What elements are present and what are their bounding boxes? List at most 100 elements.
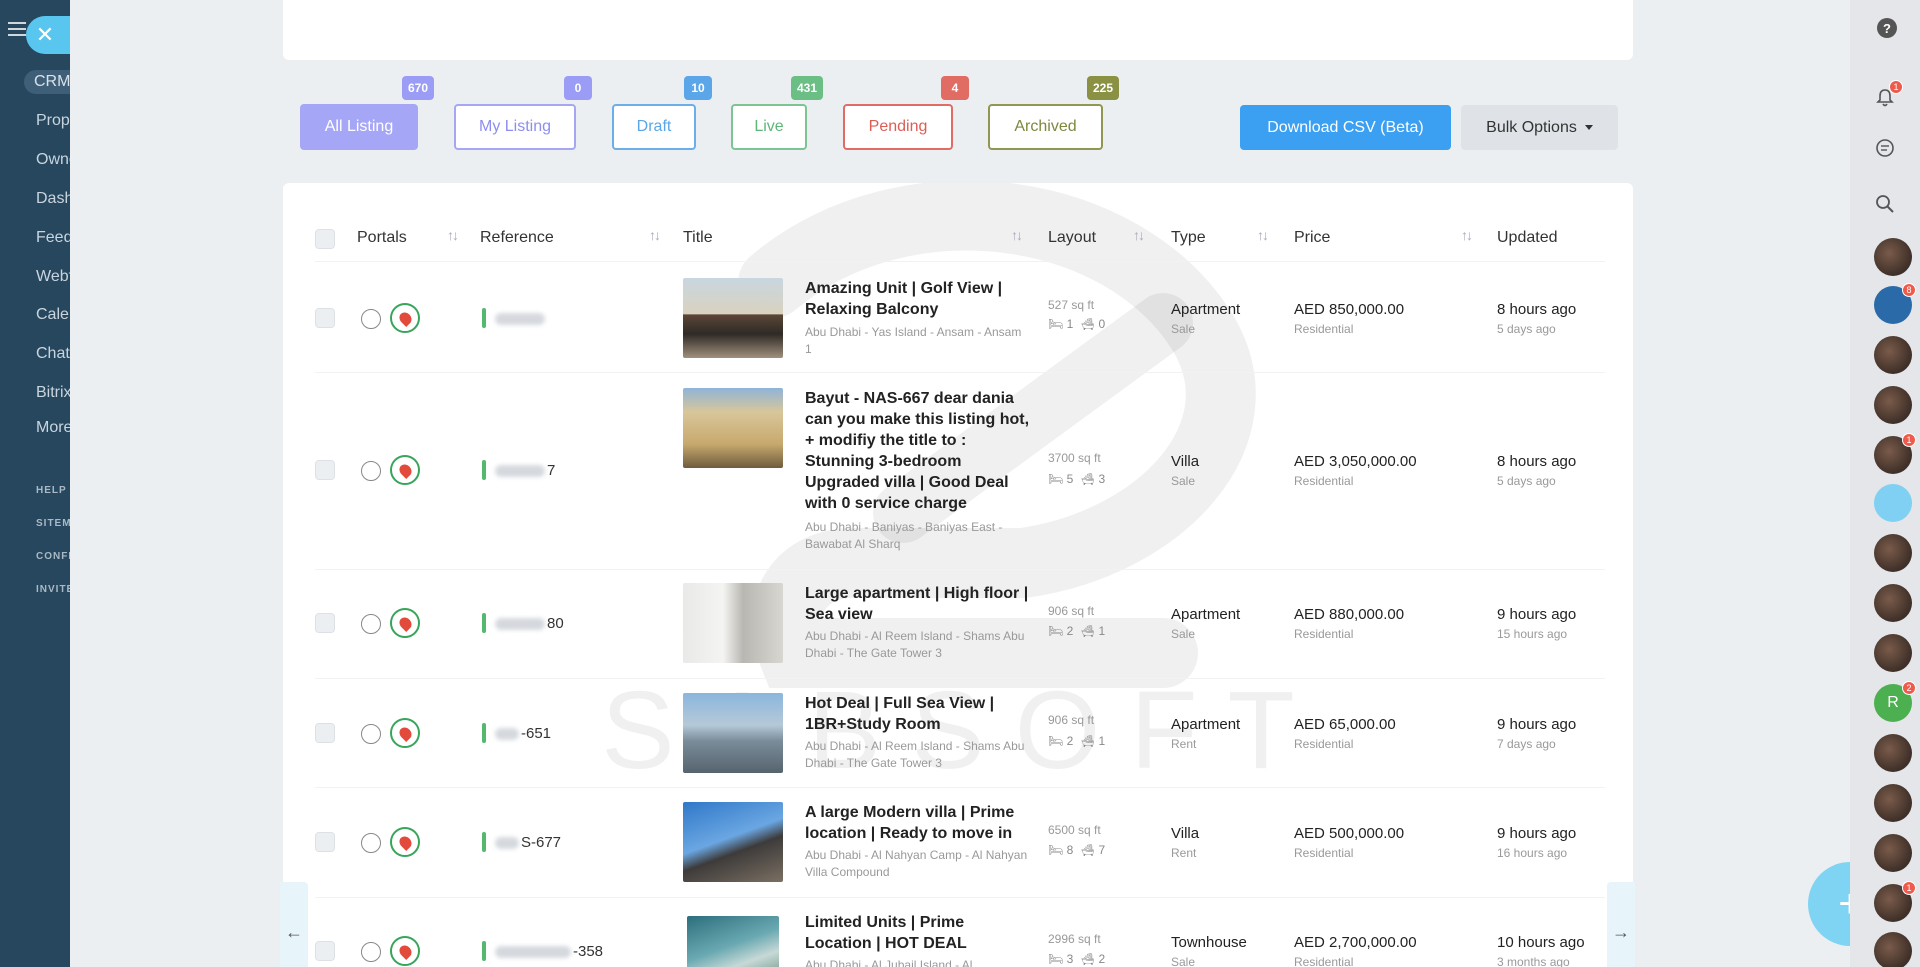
avatar[interactable] (1874, 834, 1912, 872)
sort-icon[interactable]: ↑↓ (1011, 227, 1023, 243)
nav-item-owners[interactable]: Owners (36, 151, 72, 169)
avatar[interactable] (1874, 386, 1912, 424)
close-slider-button[interactable]: ✕ (26, 16, 70, 54)
row-checkbox[interactable] (315, 308, 335, 328)
group-avatar[interactable] (1874, 484, 1912, 522)
notifications-icon[interactable]: 1 (1867, 80, 1903, 116)
menu-icon[interactable] (8, 22, 26, 36)
top-card (283, 0, 1633, 60)
nav-item-feed[interactable]: Feed (36, 229, 72, 247)
user-initial-avatar[interactable]: R 2 (1874, 681, 1916, 722)
reference[interactable]: -358 (495, 943, 603, 960)
search-icon[interactable] (1867, 186, 1903, 222)
tab-draft[interactable]: Draft 10 (612, 76, 712, 150)
avatar[interactable] (1874, 336, 1912, 374)
nav-item-webforms[interactable]: Webforms (36, 268, 72, 286)
count-badge: 0 (564, 76, 592, 100)
portal-pin-icon[interactable] (390, 827, 420, 857)
row-checkbox[interactable] (315, 941, 335, 961)
download-csv-button[interactable]: Download CSV (Beta) (1240, 105, 1451, 150)
nav-item-dashboard[interactable]: Dashboard (36, 190, 72, 208)
tab-my-listing[interactable]: My Listing 0 (454, 76, 592, 150)
listing-thumbnail[interactable] (687, 916, 779, 967)
portal-pin-icon[interactable] (390, 303, 420, 333)
avatar[interactable] (1874, 784, 1912, 822)
listing-thumbnail[interactable] (683, 693, 783, 773)
nav-item-calendar[interactable]: Calendar (36, 306, 72, 324)
arrow-right-icon: → (1612, 921, 1630, 942)
portal-icon[interactable] (361, 724, 381, 744)
nav-item-bitrix[interactable]: Bitrix24 (36, 384, 72, 402)
category: Residential (1294, 737, 1354, 751)
count-badge: 10 (684, 76, 712, 100)
nav-configure[interactable]: CONFIGURE (36, 551, 72, 562)
sort-icon[interactable]: ↑↓ (1257, 227, 1269, 243)
listing-title[interactable]: A large Modern villa | Prime location | … (805, 802, 1030, 844)
header-portals: Portals (357, 229, 407, 246)
chat-icon[interactable] (1867, 130, 1903, 166)
reference[interactable]: -651 (495, 725, 551, 742)
avatar[interactable]: 1 (1874, 881, 1916, 922)
nav-item-crm[interactable]: CRM (24, 70, 72, 94)
avatar[interactable]: 1 (1874, 433, 1916, 474)
sort-icon[interactable]: ↑↓ (1461, 227, 1473, 243)
tab-all-listing[interactable]: All Listing 670 (300, 76, 434, 150)
header-layout: Layout (1048, 229, 1097, 246)
property-type: Apartment (1171, 606, 1241, 623)
tab-live[interactable]: Live 431 (731, 76, 823, 150)
bulk-options-button[interactable]: Bulk Options (1461, 105, 1618, 150)
select-all-checkbox[interactable] (315, 229, 335, 249)
portal-pin-icon[interactable] (390, 608, 420, 638)
listing-thumbnail[interactable] (683, 278, 783, 358)
price: AED 65,000.00 (1294, 716, 1396, 733)
portal-icon[interactable] (361, 833, 381, 853)
portal-pin-icon[interactable] (390, 718, 420, 748)
nav-item-chat[interactable]: Chat (36, 345, 70, 363)
row-checkbox[interactable] (315, 832, 335, 852)
tab-archived[interactable]: Archived 225 (988, 76, 1119, 150)
area: 2996 sq ft (1048, 932, 1101, 946)
listing-title[interactable]: Hot Deal | Full Sea View | 1BR+Study Roo… (805, 693, 1030, 735)
portal-icon[interactable] (361, 309, 381, 329)
reference[interactable]: S-677 (495, 834, 561, 851)
sort-icon[interactable]: ↑↓ (447, 227, 459, 243)
portal-pin-icon[interactable] (390, 455, 420, 485)
nav-item-properties[interactable]: Properties (36, 112, 72, 130)
listing-title[interactable]: Amazing Unit | Golf View | Relaxing Balc… (805, 278, 1030, 320)
scroll-left-arrow[interactable]: ← (280, 882, 308, 967)
nav-sitemap[interactable]: SITEMAP (36, 518, 72, 529)
help-icon[interactable]: ? (1877, 18, 1897, 38)
listing-title[interactable]: Large apartment | High floor | Sea view (805, 583, 1030, 625)
reference[interactable]: 7 (495, 462, 555, 479)
nav-item-more[interactable]: More (36, 419, 72, 437)
listing-thumbnail[interactable] (683, 802, 783, 882)
group-chat-avatar[interactable]: 8 (1874, 283, 1916, 324)
reference[interactable]: 80 (495, 615, 564, 632)
avatar[interactable] (1874, 932, 1912, 967)
nav-help[interactable]: HELP (36, 485, 67, 496)
sort-icon[interactable]: ↑↓ (1133, 227, 1145, 243)
row-checkbox[interactable] (315, 460, 335, 480)
reference[interactable] (495, 310, 547, 327)
avatar[interactable] (1874, 634, 1912, 672)
listing-title[interactable]: Bayut - NAS-667 dear dania can you make … (805, 388, 1030, 514)
listing-title[interactable]: Limited Units | Prime Location | HOT DEA… (805, 912, 1030, 954)
avatar[interactable] (1874, 238, 1912, 276)
listing-thumbnail[interactable] (683, 583, 783, 663)
portal-icon[interactable] (361, 614, 381, 634)
avatar[interactable] (1874, 534, 1912, 572)
row-checkbox[interactable] (315, 723, 335, 743)
portal-icon[interactable] (361, 942, 381, 962)
nav-invite[interactable]: INVITE (36, 584, 72, 595)
avatar[interactable] (1874, 734, 1912, 772)
row-checkbox[interactable] (315, 613, 335, 633)
listing-thumbnail[interactable] (683, 388, 783, 468)
scroll-right-arrow[interactable]: → (1607, 882, 1635, 967)
add-listing-button[interactable]: + (1808, 862, 1850, 946)
sort-icon[interactable]: ↑↓ (649, 227, 661, 243)
portal-icon[interactable] (361, 461, 381, 481)
avatar[interactable] (1874, 584, 1912, 622)
tab-pending[interactable]: Pending 4 (843, 76, 969, 150)
portal-pin-icon[interactable] (390, 936, 420, 966)
listing-location: Abu Dhabi - Baniyas - Baniyas East - Baw… (805, 520, 1003, 551)
